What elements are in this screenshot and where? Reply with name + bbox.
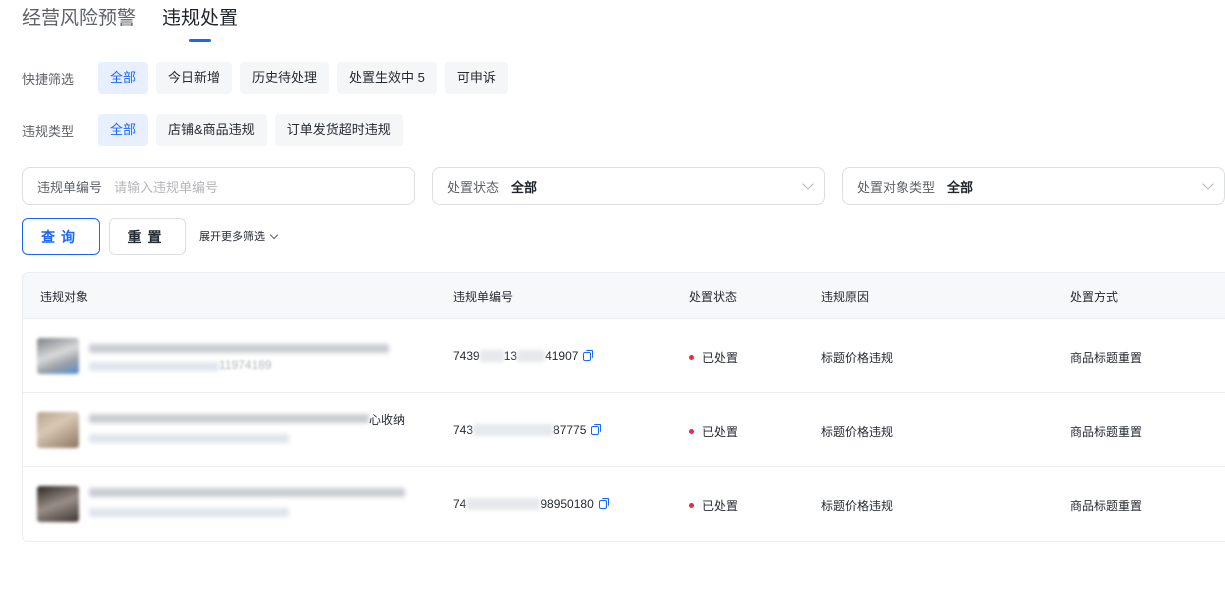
status-select-label: 处置状态 <box>447 179 500 195</box>
object-type-value: 全部 <box>947 179 974 195</box>
violation-type-all[interactable]: 全部 <box>98 114 149 146</box>
column-header-order-no: 违规单编号 <box>453 290 514 304</box>
violation-type-row: 违规类型 全部 店铺&商品违规 订单发货超时违规 <box>22 114 411 146</box>
status-badge: 已处置 <box>689 349 738 366</box>
status-dot-icon <box>689 503 694 508</box>
quick-filter-all[interactable]: 全部 <box>98 62 149 94</box>
violation-type-label: 违规类型 <box>22 123 75 139</box>
copy-icon[interactable] <box>591 423 602 435</box>
violation-reason: 标题价格违规 <box>821 425 894 439</box>
order-number-head: 74 <box>453 497 467 511</box>
table-row: 74 98950180 已处置 标题价格违规 商品标题重置 <box>23 467 1225 541</box>
status-select[interactable]: 处置状态 全部 <box>432 167 825 205</box>
status-dot-icon <box>689 429 694 434</box>
disposal-method: 商品标题重置 <box>1070 351 1143 365</box>
tab-risk-warning[interactable]: 经营风险预警 <box>22 8 136 42</box>
table-row: 心收纳 743 87775 已处置 标题价格违规 商品标题重置 <box>23 393 1225 467</box>
expand-more-filters-label: 展开更多筛选 <box>199 231 265 243</box>
status-badge: 已处置 <box>689 423 738 440</box>
status-select-value: 全部 <box>511 179 538 195</box>
copy-icon[interactable] <box>583 349 594 361</box>
quick-filter-today-new[interactable]: 今日新增 <box>156 62 233 94</box>
violation-table: 违规对象 违规单编号 处置状态 违规原因 处置方式 11974189 7439 … <box>22 272 1225 542</box>
order-number-mask <box>466 498 541 510</box>
table-header: 违规对象 违规单编号 处置状态 违规原因 处置方式 <box>23 273 1225 319</box>
product-thumbnail <box>37 412 79 448</box>
quick-filter-label: 快捷筛选 <box>22 71 75 87</box>
disposal-method: 商品标题重置 <box>1070 425 1143 439</box>
order-number-mask <box>517 350 546 362</box>
copy-icon[interactable] <box>598 497 609 509</box>
column-header-reason: 违规原因 <box>821 290 870 304</box>
order-number-head: 743 <box>453 423 474 437</box>
query-button[interactable]: 查询 <box>22 218 100 255</box>
order-no-label: 违规单编号 <box>37 179 103 195</box>
chevron-down-icon <box>1202 178 1214 190</box>
order-number: 743 87775 <box>453 423 602 437</box>
product-id-masked <box>89 362 219 371</box>
violation-reason: 标题价格违规 <box>821 351 894 365</box>
product-title-masked <box>89 344 389 353</box>
violation-type-shop-product[interactable]: 店铺&商品违规 <box>156 114 267 146</box>
quick-filter-row: 快捷筛选 全部 今日新增 历史待处理 处置生效中 5 可申诉 <box>22 62 516 94</box>
quick-filter-history-pending[interactable]: 历史待处理 <box>240 62 330 94</box>
order-number-tail: 41907 <box>545 349 579 363</box>
active-tab-indicator <box>189 39 212 42</box>
product-id-tail: 11974189 <box>219 358 272 372</box>
top-tabs: 经营风险预警 违规处置 <box>22 8 238 42</box>
column-header-status: 处置状态 <box>689 290 738 304</box>
violation-reason: 标题价格违规 <box>821 499 894 513</box>
violation-type-shipping-timeout[interactable]: 订单发货超时违规 <box>274 114 403 146</box>
column-header-object: 违规对象 <box>40 290 89 304</box>
reset-button[interactable]: 重置 <box>109 218 186 255</box>
order-number-mask <box>473 424 554 436</box>
order-no-field[interactable]: 违规单编号 请输入违规单编号 <box>22 167 415 205</box>
quick-filter-appealable[interactable]: 可申诉 <box>444 62 508 94</box>
order-number: 7439 13 41907 <box>453 349 594 363</box>
status-text: 已处置 <box>702 425 739 439</box>
order-number-tail: 87775 <box>553 423 587 437</box>
product-thumbnail <box>37 338 79 374</box>
column-header-method: 处置方式 <box>1070 290 1119 304</box>
product-title-masked <box>89 414 369 423</box>
product-title-masked <box>89 488 405 497</box>
chevron-down-icon <box>802 178 814 190</box>
status-text: 已处置 <box>702 351 739 365</box>
object-type-select[interactable]: 处置对象类型 全部 <box>842 167 1225 205</box>
table-row: 11974189 7439 13 41907 已处置 标题价格违规 商品标题重置 <box>23 319 1225 393</box>
order-number-mask <box>479 350 504 362</box>
product-title-tail: 心收纳 <box>369 413 406 427</box>
object-type-label: 处置对象类型 <box>857 179 936 195</box>
product-id-masked <box>89 508 289 517</box>
expand-more-filters[interactable]: 展开更多筛选 <box>199 228 279 244</box>
status-dot-icon <box>689 355 694 360</box>
product-thumbnail <box>37 486 79 522</box>
chevron-down-icon <box>269 230 279 239</box>
tab-violation-disposal[interactable]: 违规处置 <box>162 8 238 42</box>
status-text: 已处置 <box>702 499 739 513</box>
product-id-masked <box>89 434 289 443</box>
disposal-method: 商品标题重置 <box>1070 499 1143 513</box>
order-number-mid: 13 <box>503 349 518 363</box>
quick-filter-in-effect[interactable]: 处置生效中 5 <box>337 62 437 94</box>
order-number-tail: 98950180 <box>540 497 594 511</box>
status-badge: 已处置 <box>689 497 738 514</box>
order-number-head: 7439 <box>453 349 480 363</box>
order-number: 74 98950180 <box>453 497 609 511</box>
order-no-placeholder: 请输入违规单编号 <box>114 179 219 195</box>
